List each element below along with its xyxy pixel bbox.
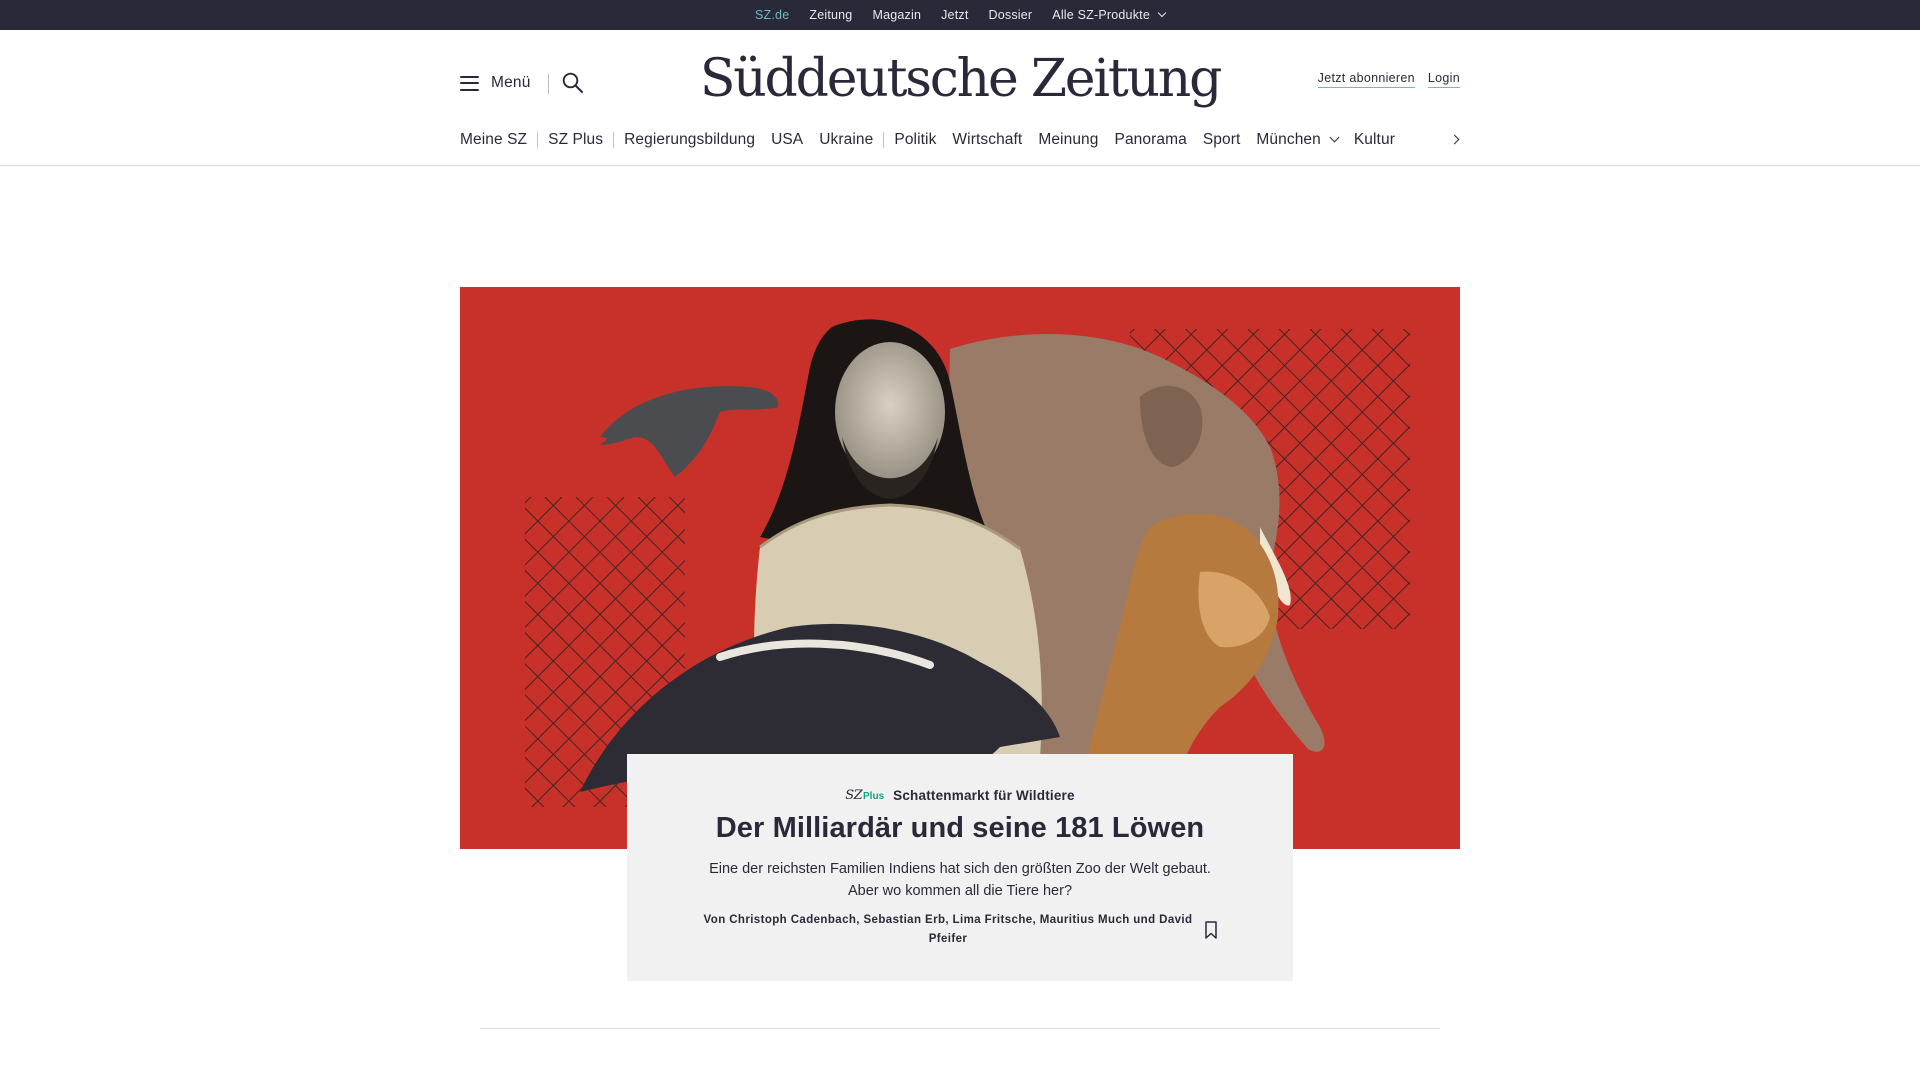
chevron-right-icon	[1449, 134, 1460, 145]
hamburger-icon	[460, 75, 479, 91]
ressort-panorama[interactable]: Panorama	[1115, 131, 1187, 149]
menu-label: Menü	[491, 74, 531, 91]
sz-plus-badge-plus: Plus	[863, 791, 885, 802]
teaser-text: Eine der reichsten Familien Indiens hat …	[709, 861, 1211, 899]
teaser-kicker: SZ Plus Schattenmarkt für Wildtiere	[627, 788, 1293, 803]
ressort-divider	[883, 132, 885, 148]
bookmark-button[interactable]	[1202, 919, 1220, 941]
ressort-divider	[537, 132, 539, 148]
ressort-sport[interactable]: Sport	[1203, 131, 1241, 149]
section-divider	[480, 1028, 1440, 1029]
sz-plus-badge-sz: SZ	[845, 788, 863, 803]
menu-button[interactable]: Menü	[460, 74, 531, 92]
chevron-down-icon	[1157, 8, 1167, 18]
ressort-muenchen-label: München	[1256, 131, 1321, 148]
product-link-jetzt[interactable]: Jetzt	[941, 8, 968, 22]
login-link[interactable]: Login	[1427, 71, 1460, 88]
ressort-divider	[613, 132, 615, 148]
ressort-politik[interactable]: Politik	[894, 131, 936, 149]
search-button[interactable]	[561, 71, 585, 95]
teaser-author: Von Christoph Cadenbach, Sebastian Erb, …	[703, 914, 1193, 945]
ressort-usa[interactable]: USA	[771, 131, 803, 149]
ressort-sz-plus[interactable]: SZ Plus	[548, 131, 603, 149]
ressort-nav: Meine SZ SZ Plus Regierungsbildung USA U…	[460, 128, 1395, 152]
product-link-dossier[interactable]: Dossier	[989, 8, 1033, 22]
sz-plus-badge: SZ Plus	[845, 788, 884, 803]
logo-wordmark: Süddeutsche Zeitung	[699, 49, 1223, 109]
ressort-regierungsbildung[interactable]: Regierungsbildung	[624, 131, 755, 149]
ressort-scroll-right[interactable]	[1448, 131, 1466, 149]
sz-logo[interactable]: Süddeutsche Zeitung	[699, 44, 1223, 114]
kicker-text: Schattenmarkt für Wildtiere	[893, 788, 1075, 803]
header-divider	[548, 74, 549, 94]
teaser-card[interactable]: SZ Plus Schattenmarkt für Wildtiere Der …	[627, 754, 1293, 981]
product-link-alle-produkte[interactable]: Alle SZ-Produkte	[1052, 8, 1167, 22]
product-link-magazin[interactable]: Magazin	[872, 8, 921, 22]
ressort-meine-sz[interactable]: Meine SZ	[460, 131, 527, 149]
product-link-zeitung[interactable]: Zeitung	[809, 8, 852, 22]
product-link-szde[interactable]: SZ.de	[755, 8, 789, 32]
site-header: Menü Süddeutsche Zeitung Jetzt abonniere…	[0, 30, 1920, 166]
product-link-alle-produkte-label: Alle SZ-Produkte	[1052, 8, 1150, 22]
search-icon	[562, 72, 583, 93]
ressort-muenchen[interactable]: München	[1256, 131, 1340, 149]
ressort-meinung[interactable]: Meinung	[1038, 131, 1098, 149]
bookmark-icon	[1205, 921, 1217, 939]
product-nav: SZ.de Zeitung Magazin Jetzt Dossier Alle…	[0, 0, 1920, 32]
chevron-down-icon	[1329, 132, 1340, 143]
account-links: Jetzt abonnieren Login	[1305, 71, 1460, 88]
ressort-wirtschaft[interactable]: Wirtschaft	[952, 131, 1022, 149]
ressort-kultur[interactable]: Kultur	[1354, 131, 1395, 149]
product-bar: SZ.de Zeitung Magazin Jetzt Dossier Alle…	[0, 0, 1920, 32]
ressort-ukraine[interactable]: Ukraine	[819, 131, 873, 149]
teaser-headline[interactable]: Der Milliardär und seine 181 Löwen	[627, 812, 1293, 845]
subscribe-link[interactable]: Jetzt abonnieren	[1317, 71, 1415, 88]
